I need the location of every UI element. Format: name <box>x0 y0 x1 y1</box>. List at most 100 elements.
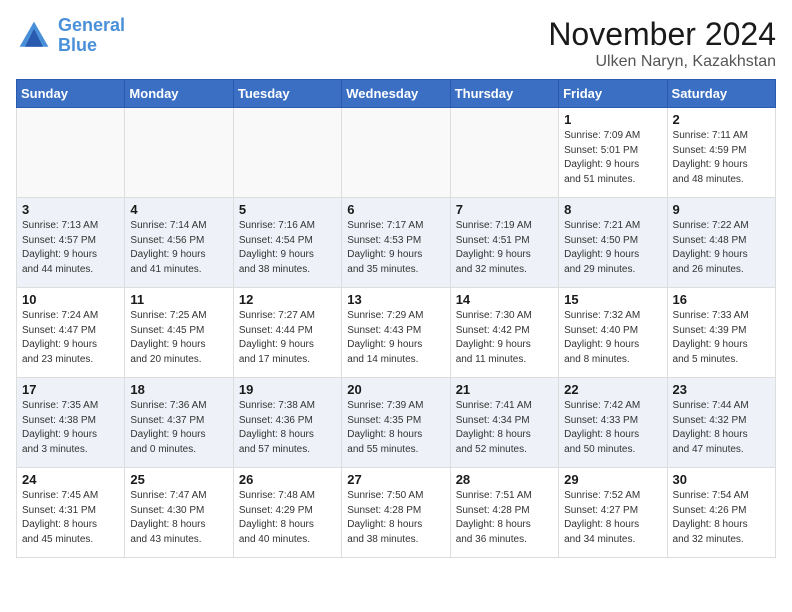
day-info: Sunrise: 7:38 AM Sunset: 4:36 PM Dayligh… <box>239 399 336 457</box>
calendar-cell: 14 Sunrise: 7:30 AM Sunset: 4:42 PM Dayli… <box>450 288 558 378</box>
weekday-header-monday: Monday <box>125 80 233 108</box>
day-number: 20 <box>347 382 444 397</box>
calendar-cell: 2 Sunrise: 7:11 AM Sunset: 4:59 PM Daylig… <box>667 108 775 198</box>
day-info: Sunrise: 7:24 AM Sunset: 4:47 PM Dayligh… <box>22 309 119 367</box>
day-info: Sunrise: 7:42 AM Sunset: 4:33 PM Dayligh… <box>564 399 661 457</box>
day-info: Sunrise: 7:32 AM Sunset: 4:40 PM Dayligh… <box>564 309 661 367</box>
day-info: Sunrise: 7:54 AM Sunset: 4:26 PM Dayligh… <box>673 489 770 547</box>
day-number: 29 <box>564 472 661 487</box>
day-number: 8 <box>564 202 661 217</box>
day-number: 26 <box>239 472 336 487</box>
day-info: Sunrise: 7:29 AM Sunset: 4:43 PM Dayligh… <box>347 309 444 367</box>
day-number: 30 <box>673 472 770 487</box>
day-info: Sunrise: 7:19 AM Sunset: 4:51 PM Dayligh… <box>456 219 553 277</box>
day-info: Sunrise: 7:35 AM Sunset: 4:38 PM Dayligh… <box>22 399 119 457</box>
day-info: Sunrise: 7:25 AM Sunset: 4:45 PM Dayligh… <box>130 309 227 367</box>
weekday-header-thursday: Thursday <box>450 80 558 108</box>
calendar-table: SundayMondayTuesdayWednesdayThursdayFrid… <box>16 79 776 558</box>
logo-text: General Blue <box>58 16 125 56</box>
calendar-cell: 30 Sunrise: 7:54 AM Sunset: 4:26 PM Dayli… <box>667 468 775 558</box>
day-number: 27 <box>347 472 444 487</box>
day-number: 16 <box>673 292 770 307</box>
calendar-cell: 25 Sunrise: 7:47 AM Sunset: 4:30 PM Dayli… <box>125 468 233 558</box>
calendar-cell: 17 Sunrise: 7:35 AM Sunset: 4:38 PM Dayli… <box>17 378 125 468</box>
day-number: 2 <box>673 112 770 127</box>
calendar-cell: 4Sunrise: 7:14 AM Sunset: 4:56 PM Daylig… <box>125 198 233 288</box>
day-info: Sunrise: 7:27 AM Sunset: 4:44 PM Dayligh… <box>239 309 336 367</box>
day-info: Sunrise: 7:16 AM Sunset: 4:54 PM Dayligh… <box>239 219 336 277</box>
weekday-header-row: SundayMondayTuesdayWednesdayThursdayFrid… <box>17 80 776 108</box>
day-info: Sunrise: 7:33 AM Sunset: 4:39 PM Dayligh… <box>673 309 770 367</box>
calendar-cell: 23 Sunrise: 7:44 AM Sunset: 4:32 PM Dayli… <box>667 378 775 468</box>
weekday-header-saturday: Saturday <box>667 80 775 108</box>
calendar-cell: 29Sunrise: 7:52 AM Sunset: 4:27 PM Dayli… <box>559 468 667 558</box>
calendar-cell: 24Sunrise: 7:45 AM Sunset: 4:31 PM Dayli… <box>17 468 125 558</box>
day-number: 7 <box>456 202 553 217</box>
week-row-5: 24Sunrise: 7:45 AM Sunset: 4:31 PM Dayli… <box>17 468 776 558</box>
calendar-cell <box>233 108 341 198</box>
logo-icon <box>16 18 52 54</box>
day-number: 17 <box>22 382 119 397</box>
calendar-cell <box>450 108 558 198</box>
day-number: 6 <box>347 202 444 217</box>
day-info: Sunrise: 7:50 AM Sunset: 4:28 PM Dayligh… <box>347 489 444 547</box>
calendar-cell: 5Sunrise: 7:16 AM Sunset: 4:54 PM Daylig… <box>233 198 341 288</box>
calendar-cell: 3Sunrise: 7:13 AM Sunset: 4:57 PM Daylig… <box>17 198 125 288</box>
location: Ulken Naryn, Kazakhstan <box>548 53 776 71</box>
day-info: Sunrise: 7:51 AM Sunset: 4:28 PM Dayligh… <box>456 489 553 547</box>
calendar-cell <box>125 108 233 198</box>
day-info: Sunrise: 7:36 AM Sunset: 4:37 PM Dayligh… <box>130 399 227 457</box>
day-number: 21 <box>456 382 553 397</box>
calendar-cell: 1Sunrise: 7:09 AM Sunset: 5:01 PM Daylig… <box>559 108 667 198</box>
day-number: 4 <box>130 202 227 217</box>
calendar-cell: 22 Sunrise: 7:42 AM Sunset: 4:33 PM Dayli… <box>559 378 667 468</box>
calendar-cell: 11Sunrise: 7:25 AM Sunset: 4:45 PM Dayli… <box>125 288 233 378</box>
calendar-cell: 18 Sunrise: 7:36 AM Sunset: 4:37 PM Dayli… <box>125 378 233 468</box>
calendar-cell: 21Sunrise: 7:41 AM Sunset: 4:34 PM Dayli… <box>450 378 558 468</box>
weekday-header-tuesday: Tuesday <box>233 80 341 108</box>
day-number: 22 <box>564 382 661 397</box>
calendar-cell: 16 Sunrise: 7:33 AM Sunset: 4:39 PM Dayli… <box>667 288 775 378</box>
calendar-cell: 7 Sunrise: 7:19 AM Sunset: 4:51 PM Daylig… <box>450 198 558 288</box>
calendar-cell: 6 Sunrise: 7:17 AM Sunset: 4:53 PM Daylig… <box>342 198 450 288</box>
day-number: 14 <box>456 292 553 307</box>
calendar-cell: 19 Sunrise: 7:38 AM Sunset: 4:36 PM Dayli… <box>233 378 341 468</box>
page-header: General Blue November 2024 Ulken Naryn, … <box>16 16 776 71</box>
weekday-header-sunday: Sunday <box>17 80 125 108</box>
weekday-header-wednesday: Wednesday <box>342 80 450 108</box>
day-number: 1 <box>564 112 661 127</box>
day-info: Sunrise: 7:47 AM Sunset: 4:30 PM Dayligh… <box>130 489 227 547</box>
day-number: 10 <box>22 292 119 307</box>
calendar-cell: 10 Sunrise: 7:24 AM Sunset: 4:47 PM Dayli… <box>17 288 125 378</box>
calendar-cell <box>342 108 450 198</box>
calendar-cell: 15 Sunrise: 7:32 AM Sunset: 4:40 PM Dayli… <box>559 288 667 378</box>
day-number: 25 <box>130 472 227 487</box>
calendar-cell: 28 Sunrise: 7:51 AM Sunset: 4:28 PM Dayli… <box>450 468 558 558</box>
calendar-cell: 8 Sunrise: 7:21 AM Sunset: 4:50 PM Daylig… <box>559 198 667 288</box>
day-info: Sunrise: 7:44 AM Sunset: 4:32 PM Dayligh… <box>673 399 770 457</box>
calendar-cell: 9 Sunrise: 7:22 AM Sunset: 4:48 PM Daylig… <box>667 198 775 288</box>
day-number: 18 <box>130 382 227 397</box>
day-info: Sunrise: 7:39 AM Sunset: 4:35 PM Dayligh… <box>347 399 444 457</box>
month-title: November 2024 <box>548 16 776 53</box>
day-info: Sunrise: 7:45 AM Sunset: 4:31 PM Dayligh… <box>22 489 119 547</box>
day-number: 23 <box>673 382 770 397</box>
week-row-3: 10 Sunrise: 7:24 AM Sunset: 4:47 PM Dayli… <box>17 288 776 378</box>
day-number: 13 <box>347 292 444 307</box>
calendar-cell: 13 Sunrise: 7:29 AM Sunset: 4:43 PM Dayli… <box>342 288 450 378</box>
weekday-header-friday: Friday <box>559 80 667 108</box>
day-number: 15 <box>564 292 661 307</box>
day-info: Sunrise: 7:11 AM Sunset: 4:59 PM Dayligh… <box>673 129 770 187</box>
day-info: Sunrise: 7:22 AM Sunset: 4:48 PM Dayligh… <box>673 219 770 277</box>
calendar-cell: 12Sunrise: 7:27 AM Sunset: 4:44 PM Dayli… <box>233 288 341 378</box>
day-info: Sunrise: 7:30 AM Sunset: 4:42 PM Dayligh… <box>456 309 553 367</box>
day-number: 9 <box>673 202 770 217</box>
day-number: 19 <box>239 382 336 397</box>
calendar-cell <box>17 108 125 198</box>
day-info: Sunrise: 7:21 AM Sunset: 4:50 PM Dayligh… <box>564 219 661 277</box>
title-block: November 2024 Ulken Naryn, Kazakhstan <box>548 16 776 71</box>
week-row-2: 3Sunrise: 7:13 AM Sunset: 4:57 PM Daylig… <box>17 198 776 288</box>
day-number: 28 <box>456 472 553 487</box>
calendar-cell: 26Sunrise: 7:48 AM Sunset: 4:29 PM Dayli… <box>233 468 341 558</box>
day-info: Sunrise: 7:17 AM Sunset: 4:53 PM Dayligh… <box>347 219 444 277</box>
